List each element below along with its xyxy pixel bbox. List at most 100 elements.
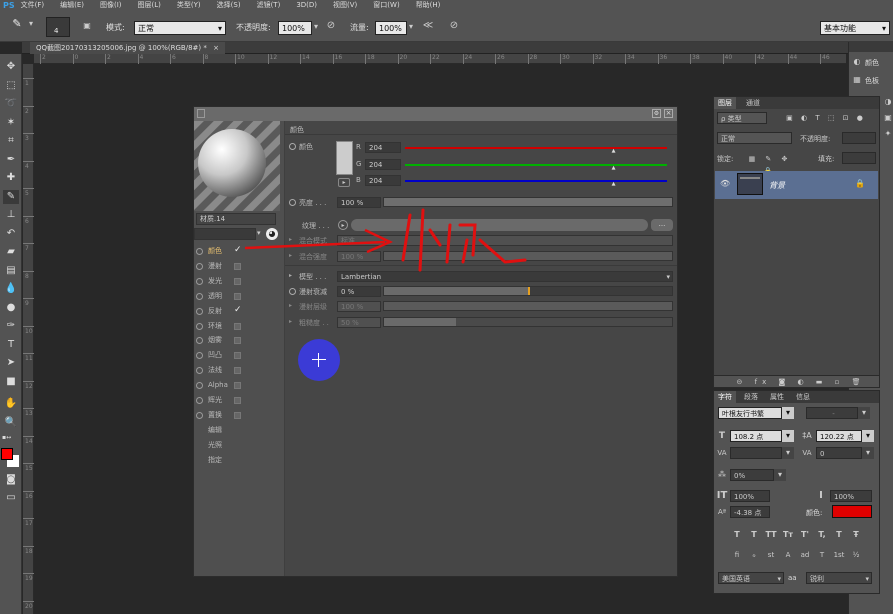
rectangle-tool-icon[interactable]: ■ — [3, 375, 19, 389]
text-style-button[interactable]: T — [747, 529, 761, 541]
tab-character[interactable]: 字符 — [714, 391, 736, 403]
text-style-button[interactable]: TT — [764, 529, 778, 541]
roughness-slider[interactable] — [383, 317, 673, 327]
font-style-select[interactable]: - — [806, 407, 858, 419]
chevron-down-icon[interactable]: ▾ — [312, 21, 320, 33]
menu-file[interactable]: 文件(F) — [21, 0, 45, 10]
chevron-down-icon[interactable]: ▾ — [858, 407, 870, 419]
menu-select[interactable]: 选择(S) — [217, 0, 241, 10]
lasso-tool-icon[interactable]: ➰ — [3, 97, 19, 111]
magic-wand-tool-icon[interactable]: ✶ — [3, 116, 19, 130]
layer-actions-icons[interactable]: ⊝ fx ◙ ◐ ▬ ▫ 🗑 — [736, 376, 866, 388]
radio-icon[interactable] — [196, 277, 203, 285]
radio-icon[interactable] — [196, 382, 203, 390]
close-icon[interactable]: × — [213, 44, 219, 52]
material-channel-item[interactable]: 凹凸 — [196, 349, 282, 362]
diffuse-level-field[interactable]: 100 % — [337, 301, 381, 312]
checkbox[interactable] — [234, 322, 241, 330]
radio-icon[interactable] — [289, 143, 296, 150]
eyedropper-tool-icon[interactable]: ✒ — [3, 153, 19, 167]
move-tool-icon[interactable]: ✥ — [3, 60, 19, 74]
menu-view[interactable]: 视图(V) — [333, 0, 357, 10]
tsume-field[interactable]: 0% — [730, 469, 774, 481]
checkbox[interactable] — [234, 382, 241, 390]
material-channel-item[interactable]: 法线 — [196, 364, 282, 377]
radio-icon[interactable] — [196, 307, 203, 315]
opentype-button[interactable]: ℴ — [747, 549, 761, 561]
history-icon[interactable]: ✦ — [883, 128, 893, 140]
opentype-button[interactable]: ad — [798, 549, 812, 561]
material-channel-item[interactable]: 透明 — [196, 290, 282, 303]
radio-icon[interactable] — [196, 292, 203, 300]
hand-tool-icon[interactable]: ✋ — [3, 397, 19, 411]
layer-filter-select[interactable]: ρ 类型 — [717, 112, 767, 124]
chevron-down-icon[interactable]: ▾ — [782, 407, 794, 419]
language-select[interactable]: 美国英语 ▾ — [718, 572, 784, 584]
brush-tool-icon[interactable]: ✎ — [3, 190, 19, 204]
chevron-down-icon[interactable]: ▾ — [862, 447, 874, 459]
layer-blend-select[interactable]: 正常 — [717, 132, 792, 144]
material-channel-item[interactable]: 编辑 — [196, 424, 282, 437]
material-channel-item[interactable]: 反射 ✓ — [196, 305, 282, 318]
chevron-down-icon[interactable]: ▾ — [782, 430, 794, 442]
layer-row[interactable]: 👁 背景 🔒 — [715, 171, 878, 199]
opentype-button[interactable]: ½ — [849, 549, 863, 561]
tab-layers[interactable]: 图层 — [714, 97, 736, 109]
layer-opacity-field[interactable] — [842, 132, 876, 144]
mode-select[interactable]: 正常 ▾ — [134, 21, 226, 35]
opentype-button[interactable]: A — [781, 549, 795, 561]
screen-mode-icon[interactable]: ▭ — [3, 491, 19, 505]
rgb-slider-track[interactable] — [405, 163, 667, 166]
radio-icon[interactable] — [196, 262, 203, 270]
path-selection-tool-icon[interactable]: ➤ — [3, 356, 19, 370]
color-picker-button[interactable]: ▸ — [338, 178, 350, 187]
menu-image[interactable]: 图像(I) — [100, 0, 122, 10]
material-channel-item[interactable]: 环境 — [196, 320, 282, 333]
zoom-tool-icon[interactable]: 🔍 — [3, 416, 19, 430]
material-channel-item[interactable]: Alpha — [196, 379, 282, 392]
checkbox[interactable] — [234, 411, 241, 419]
rgb-value-field[interactable]: 204 — [365, 175, 401, 186]
radio-icon[interactable] — [196, 322, 203, 330]
history-brush-tool-icon[interactable]: ↶ — [3, 227, 19, 241]
opentype-button[interactable]: T — [815, 549, 829, 561]
radio-icon[interactable] — [196, 337, 203, 345]
crop-tool-icon[interactable]: ⌗ — [3, 134, 19, 148]
rgb-value-field[interactable]: 204 — [365, 158, 401, 170]
workspace-select[interactable]: 基本功能 ▾ — [820, 21, 890, 35]
tracking-field[interactable]: 0 — [816, 447, 862, 459]
slider-handle-icon[interactable]: ▲ — [612, 181, 616, 187]
dock-item-swatches[interactable]: ▦ 色板 — [851, 74, 892, 88]
fill-field[interactable] — [842, 152, 876, 164]
color-swatch[interactable] — [336, 141, 353, 175]
opentype-button[interactable]: st — [764, 549, 778, 561]
settings-icon[interactable]: ⚙ — [652, 109, 661, 118]
checkbox[interactable] — [234, 367, 241, 375]
dock-item-color[interactable]: ◐ 颜色 — [851, 56, 892, 70]
diffuse-falloff-field[interactable]: 0 % — [337, 286, 381, 297]
checkbox[interactable] — [234, 292, 241, 300]
radio-icon[interactable] — [196, 248, 203, 255]
pressure-size-icon[interactable]: ⊘ — [447, 20, 461, 32]
leading-field[interactable]: 120.22 点 — [816, 430, 862, 442]
radio-icon[interactable] — [196, 411, 203, 419]
tab-channels[interactable]: 通道 — [742, 97, 764, 109]
text-style-button[interactable]: Tт — [781, 529, 795, 541]
healing-brush-tool-icon[interactable]: ✚ — [3, 171, 19, 185]
radio-icon[interactable] — [196, 352, 203, 360]
menu-help[interactable]: 帮助(H) — [416, 0, 441, 10]
checkbox[interactable] — [234, 397, 241, 404]
texture-browse-button[interactable]: ... — [651, 219, 673, 231]
diffuse-falloff-slider[interactable] — [383, 286, 673, 296]
chevron-down-icon[interactable]: ▾ — [774, 469, 786, 481]
marquee-tool-icon[interactable]: ⬚ — [3, 79, 19, 93]
opentype-button[interactable]: fi — [730, 549, 744, 561]
text-style-button[interactable]: Ŧ — [849, 529, 863, 541]
antialias-select[interactable]: 锐利 ▾ — [806, 572, 872, 584]
dodge-tool-icon[interactable]: ● — [3, 301, 19, 315]
opacity-field[interactable]: 100% — [278, 21, 312, 35]
text-color-swatch[interactable] — [832, 505, 872, 518]
menu-type[interactable]: 类型(Y) — [177, 0, 201, 10]
material-channel-item[interactable]: 烟雾 — [196, 334, 282, 347]
diffuse-level-slider[interactable] — [383, 301, 673, 311]
